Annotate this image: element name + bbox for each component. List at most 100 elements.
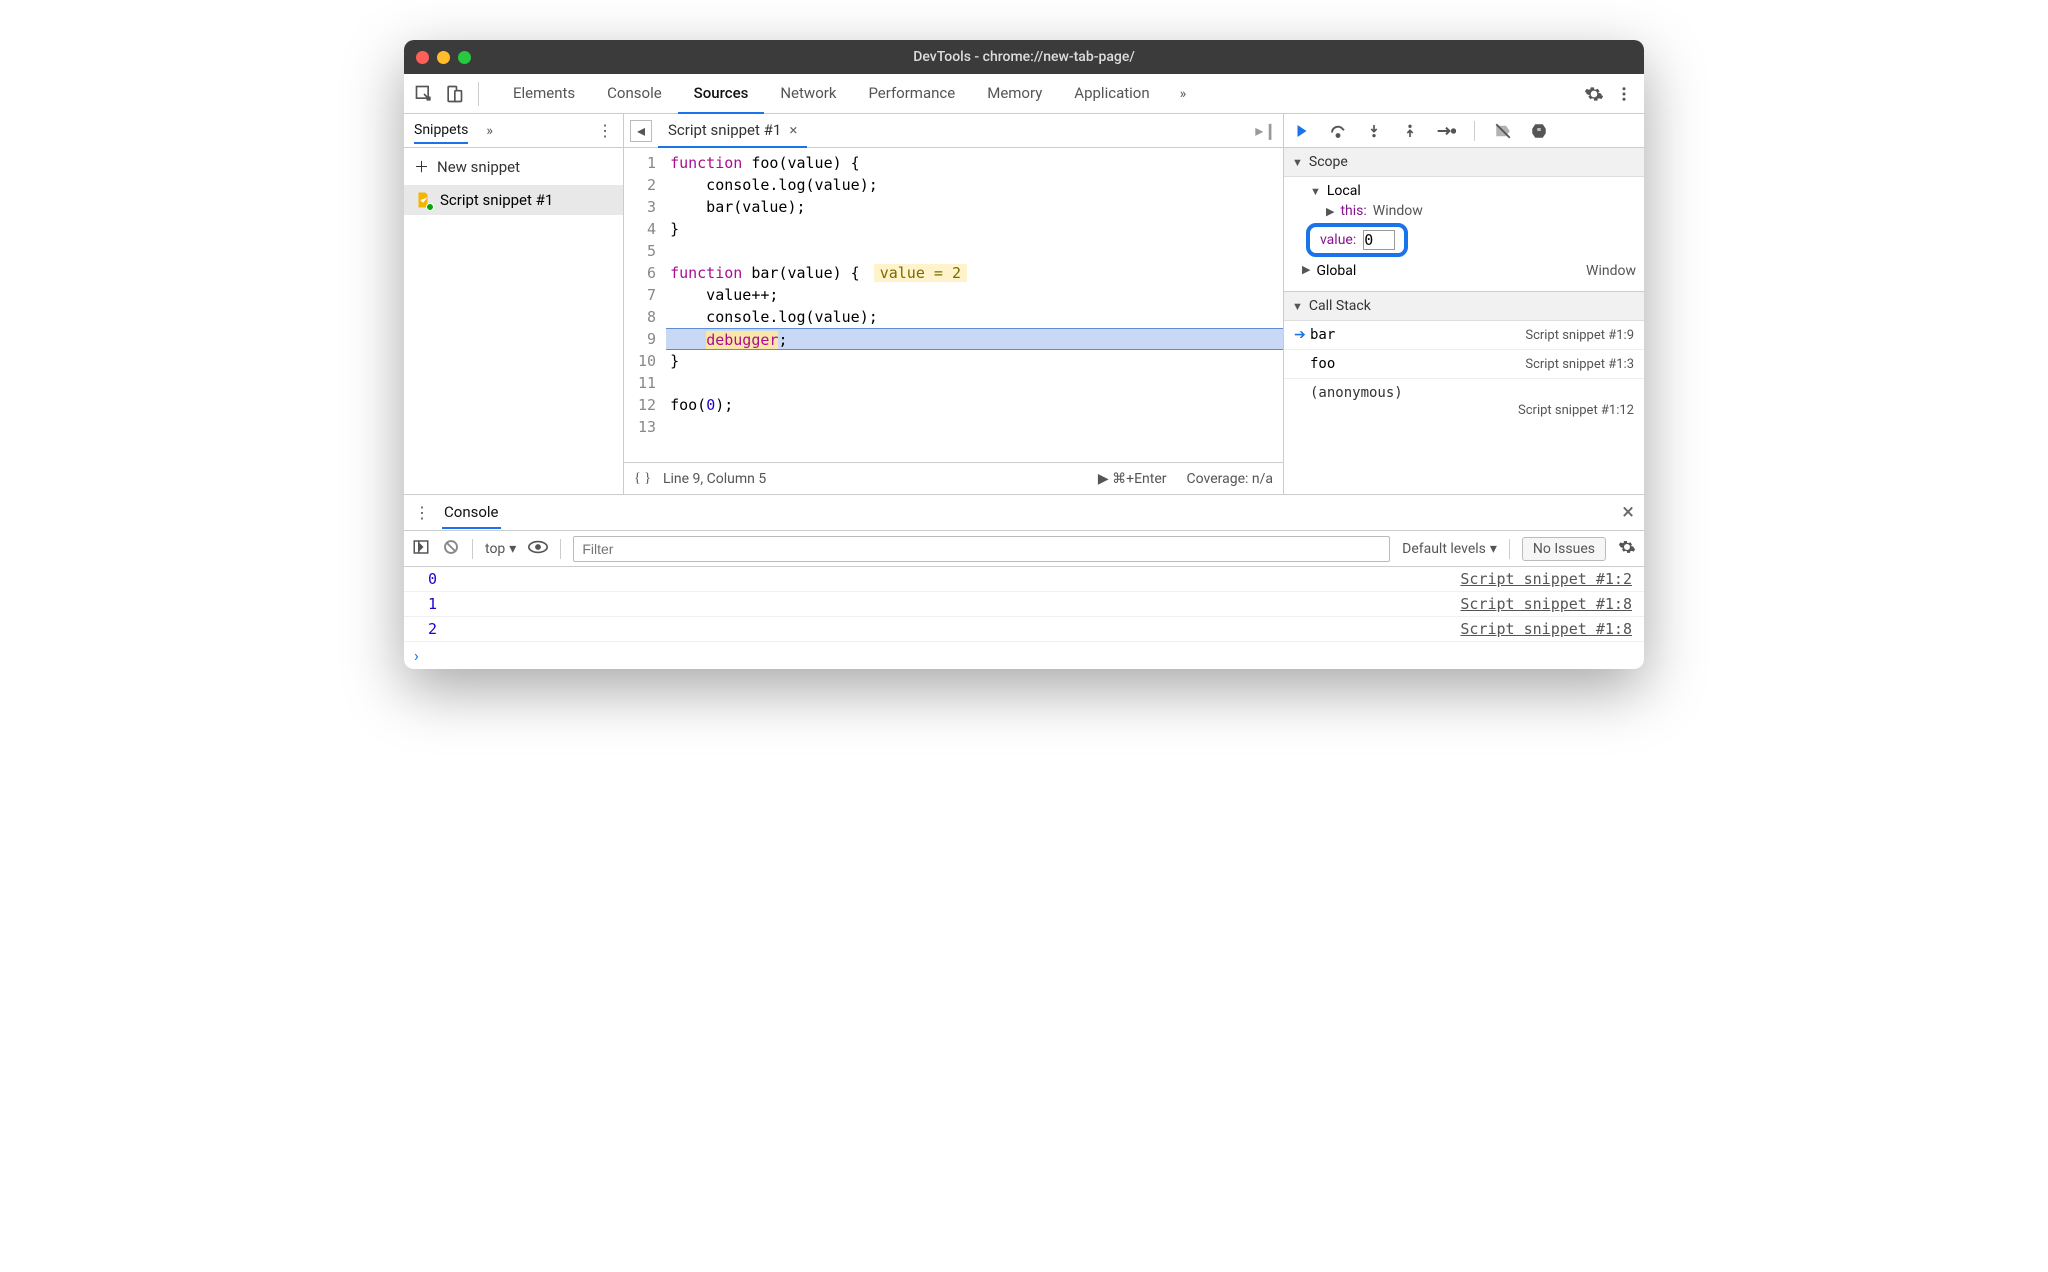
console-source-link[interactable]: Script snippet #1:2 (1460, 570, 1632, 588)
resume-icon[interactable] (1292, 121, 1312, 141)
panel-tab-sources[interactable]: Sources (678, 74, 765, 114)
console-source-link[interactable]: Script snippet #1:8 (1460, 620, 1632, 638)
editor-tab-label: Script snippet #1 (668, 121, 781, 139)
more-navigator-tabs-icon[interactable]: » (478, 123, 501, 139)
close-tab-icon[interactable]: × (789, 121, 797, 139)
code-line[interactable]: console.log(value); (666, 306, 1283, 328)
scope-value-input[interactable] (1364, 231, 1394, 249)
code-line[interactable]: debugger; (666, 328, 1283, 350)
kebab-menu-icon[interactable] (1612, 82, 1636, 106)
console-settings-icon[interactable] (1618, 538, 1636, 560)
history-back-icon[interactable]: ◂ (630, 120, 652, 142)
code-line[interactable]: bar(value); (666, 196, 1283, 218)
triangle-right-icon: ▶ (1302, 263, 1310, 279)
console-row[interactable]: 0 Script snippet #1:2 (404, 567, 1644, 592)
live-expression-icon[interactable] (528, 540, 548, 558)
navigator-kebab-icon[interactable]: ⋮ (597, 121, 613, 140)
callstack-frame[interactable]: ➔ bar Script snippet #1:9 (1284, 321, 1644, 350)
deactivate-breakpoints-icon[interactable] (1493, 121, 1513, 141)
scope-header[interactable]: ▼ Scope (1284, 148, 1644, 177)
callstack-frame-anonymous[interactable]: (anonymous) (1284, 379, 1644, 403)
snippet-file-icon (414, 191, 432, 209)
close-drawer-icon[interactable]: × (1622, 500, 1634, 525)
code-line[interactable]: console.log(value); (666, 174, 1283, 196)
code-line[interactable]: foo(0); (666, 394, 1283, 416)
console-row[interactable]: 2 Script snippet #1:8 (404, 617, 1644, 642)
drawer-kebab-icon[interactable]: ⋮ (414, 503, 430, 522)
inspect-icon[interactable] (412, 82, 436, 106)
step-out-icon[interactable] (1400, 121, 1420, 141)
sources-body: Snippets » ⋮ ＋ New snippet Script snippe… (404, 114, 1644, 494)
local-label: Local (1327, 183, 1361, 199)
code-line[interactable]: } (666, 218, 1283, 240)
clear-console-icon[interactable] (442, 538, 460, 560)
code-line[interactable]: } (666, 350, 1283, 372)
format-icon[interactable]: { } (634, 471, 651, 487)
scope-value-edit[interactable]: value: (1306, 223, 1408, 257)
console-prompt[interactable]: › (404, 642, 1644, 669)
panel-tab-network[interactable]: Network (764, 74, 852, 114)
code-line[interactable] (666, 240, 1283, 262)
callstack-frame[interactable]: foo Script snippet #1:3 (1284, 350, 1644, 379)
console-toolbar: top ▾ Default levels ▾ No Issues (404, 531, 1644, 567)
code-area[interactable]: 12345678910111213 function foo(value) { … (624, 148, 1283, 462)
navigator-header: Snippets » ⋮ (404, 114, 623, 148)
panel-tab-application[interactable]: Application (1058, 74, 1165, 114)
new-snippet-button[interactable]: ＋ New snippet (404, 148, 623, 185)
snippet-item[interactable]: Script snippet #1 (404, 185, 623, 215)
drawer: ⋮ Console × top ▾ Default levels ▾ No Is… (404, 494, 1644, 669)
snippets-tab[interactable]: Snippets (414, 122, 468, 144)
code-line[interactable] (666, 416, 1283, 438)
panel-tab-performance[interactable]: Performance (852, 74, 971, 114)
code-line[interactable] (666, 372, 1283, 394)
main-toolbar: ElementsConsoleSourcesNetworkPerformance… (404, 74, 1644, 114)
editor-statusbar: { } Line 9, Column 5 ▶ ⌘+Enter Coverage:… (624, 462, 1283, 494)
console-value: 1 (428, 595, 437, 613)
debugger-toolbar (1284, 114, 1644, 148)
caret-down-icon: ▾ (1490, 541, 1497, 557)
scope-local-header[interactable]: ▼ Local (1292, 181, 1644, 201)
console-source-link[interactable]: Script snippet #1:8 (1460, 595, 1632, 613)
panel-tab-memory[interactable]: Memory (971, 74, 1058, 114)
panel-tabs: ElementsConsoleSourcesNetworkPerformance… (497, 74, 1166, 114)
step-over-icon[interactable] (1328, 121, 1348, 141)
console-value: 2 (428, 620, 437, 638)
step-into-icon[interactable] (1364, 121, 1384, 141)
scope-label: Scope (1309, 154, 1348, 170)
callstack-header[interactable]: ▼ Call Stack (1284, 292, 1644, 321)
settings-icon[interactable] (1582, 82, 1606, 106)
editor-tab[interactable]: Script snippet #1 × (658, 114, 807, 148)
console-filter[interactable] (573, 536, 1390, 562)
more-tabs-icon[interactable]: » (1172, 86, 1195, 102)
log-levels-selector[interactable]: Default levels ▾ (1402, 541, 1497, 557)
panel-tab-console[interactable]: Console (591, 74, 678, 114)
callstack-frame-location: Script snippet #1:12 (1284, 403, 1644, 424)
frame-location: Script snippet #1:9 (1525, 328, 1634, 343)
coverage-status: Coverage: n/a (1187, 471, 1273, 487)
issues-button[interactable]: No Issues (1522, 537, 1606, 561)
plus-icon: ＋ (414, 156, 429, 177)
code-line[interactable]: function bar(value) {value = 2 (666, 262, 1283, 284)
device-toggle-icon[interactable] (442, 82, 466, 106)
console-row[interactable]: 1 Script snippet #1:8 (404, 592, 1644, 617)
context-selector[interactable]: top ▾ (485, 541, 516, 557)
triangle-down-icon: ▼ (1292, 300, 1303, 313)
code-content[interactable]: function foo(value) { console.log(value)… (666, 148, 1283, 462)
history-forward-icon[interactable]: ▸❙ (1255, 120, 1277, 142)
current-frame-icon: ➔ (1294, 327, 1310, 343)
console-sidebar-toggle-icon[interactable] (412, 538, 430, 560)
caret-down-icon: ▾ (509, 541, 516, 557)
panel-tab-elements[interactable]: Elements (497, 74, 591, 114)
devtools-window: DevTools - chrome://new-tab-page/ Elemen… (404, 40, 1644, 669)
frame-location: Script snippet #1:3 (1525, 357, 1634, 372)
console-tab[interactable]: Console (442, 497, 501, 529)
pause-exceptions-icon[interactable] (1529, 121, 1549, 141)
scope-this-row[interactable]: ▶ this: Window (1292, 201, 1644, 221)
run-snippet-button[interactable]: ▶ ⌘+Enter (1098, 471, 1167, 487)
global-label: Global (1316, 263, 1356, 279)
step-icon[interactable] (1436, 121, 1456, 141)
code-line[interactable]: value++; (666, 284, 1283, 306)
console-filter-input[interactable] (573, 536, 1390, 562)
scope-global-row[interactable]: ▶ Global Window (1292, 259, 1644, 285)
code-line[interactable]: function foo(value) { (666, 152, 1283, 174)
